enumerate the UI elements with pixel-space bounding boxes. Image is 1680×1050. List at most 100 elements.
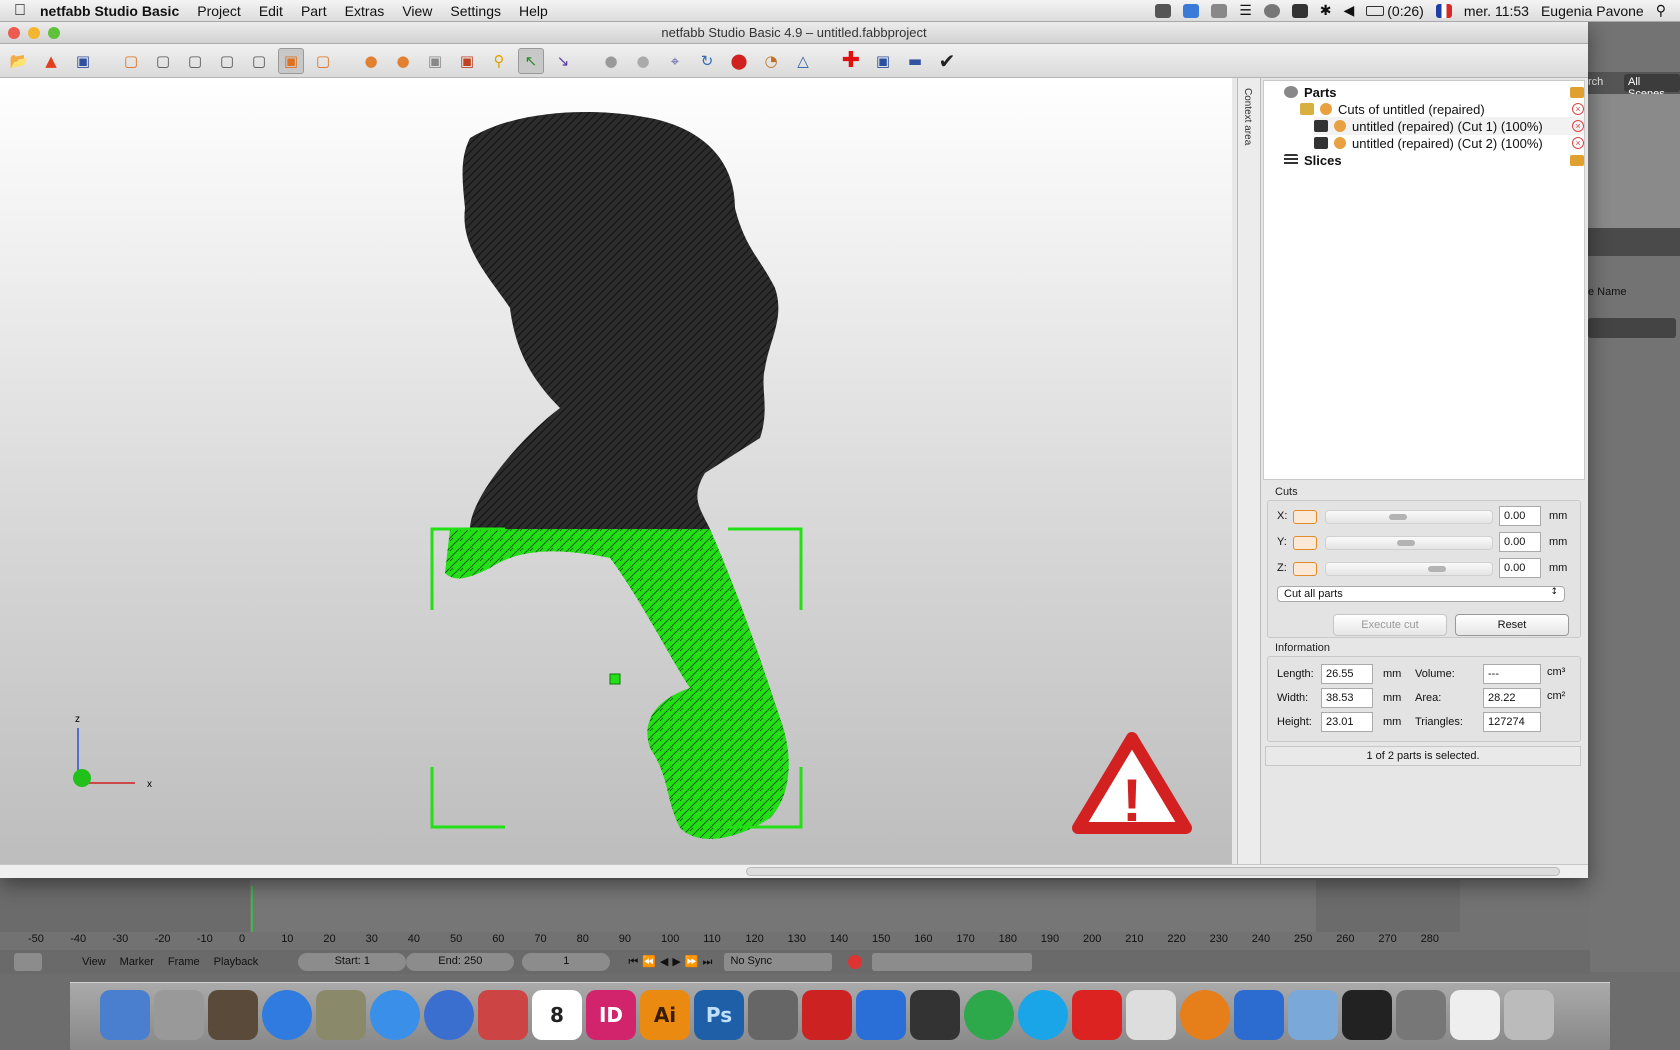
system-preferences-icon[interactable] <box>478 990 528 1040</box>
indesign-icon[interactable]: ID <box>586 990 636 1040</box>
view-top-icon[interactable]: ▢ <box>246 48 272 74</box>
tree-item[interactable]: untitled (repaired) (Cut 1) (100%) × <box>1314 117 1584 135</box>
app-store-icon[interactable] <box>262 990 312 1040</box>
zoom-all-icon[interactable]: ● <box>390 48 416 74</box>
cut-x-input[interactable]: 0.00 <box>1499 506 1541 526</box>
properties-tabs[interactable] <box>1588 228 1680 256</box>
end-frame-field[interactable]: End: 250 <box>406 953 515 971</box>
view-bottom-icon[interactable]: ▢ <box>310 48 336 74</box>
cut-x-knob[interactable] <box>1389 514 1407 520</box>
folder-open-icon[interactable] <box>1570 86 1584 98</box>
close-icon[interactable]: × <box>1572 103 1584 115</box>
clock[interactable]: mer. 11:53 <box>1464 3 1529 19</box>
select-pointer-icon[interactable]: ↖ <box>518 47 544 74</box>
analysis-icon[interactable]: ▣ <box>870 48 896 74</box>
time-machine-icon[interactable] <box>1263 3 1280 18</box>
move-pointer-icon[interactable]: ↘ <box>550 48 576 74</box>
volume-icon[interactable]: ◀ <box>1343 3 1354 19</box>
all-scenes-dropdown[interactable]: All Scenes <box>1624 74 1680 100</box>
photos-stack-icon[interactable] <box>1396 990 1446 1040</box>
finder-icon[interactable] <box>100 990 150 1040</box>
cut-z-input[interactable]: 0.00 <box>1499 558 1541 578</box>
apple-icon[interactable]:  <box>0 2 40 20</box>
mission-control-icon[interactable] <box>208 990 258 1040</box>
project-info-icon[interactable]: ▣ <box>70 48 96 74</box>
scrollbar-thumb[interactable] <box>746 867 1560 876</box>
acrobat-icon[interactable] <box>802 990 852 1040</box>
keying-set-field[interactable] <box>872 953 1033 971</box>
safari-icon[interactable] <box>424 990 474 1040</box>
cut-x-toggle[interactable] <box>1293 510 1317 524</box>
menu-help[interactable]: Help <box>519 3 548 19</box>
cut-x-slider[interactable] <box>1325 510 1493 524</box>
final-cut-icon[interactable] <box>910 990 960 1040</box>
name-select[interactable] <box>1588 318 1676 338</box>
preview-icon[interactable] <box>316 990 366 1040</box>
zoom-window-button[interactable] <box>48 27 60 39</box>
warning-icon[interactable]: ! <box>1072 732 1192 834</box>
visibility-icon[interactable] <box>1334 120 1346 132</box>
visibility-icon[interactable] <box>1320 103 1332 115</box>
tree-group-node[interactable]: Cuts of untitled (repaired) × <box>1300 100 1584 118</box>
calendar-icon[interactable]: 8 <box>532 990 582 1040</box>
section-icon[interactable]: ◔ <box>758 48 784 74</box>
reset-button[interactable]: Reset <box>1455 614 1569 636</box>
itunes-icon[interactable] <box>370 990 420 1040</box>
applications-folder-icon[interactable] <box>1288 990 1338 1040</box>
close-icon[interactable]: × <box>1572 137 1584 149</box>
open-project-icon[interactable]: 📂 <box>6 48 32 74</box>
tree-parts-node[interactable]: Parts <box>1284 83 1584 101</box>
menu-extras[interactable]: Extras <box>345 3 385 19</box>
cut-y-input[interactable]: 0.00 <box>1499 532 1541 552</box>
playback-menu[interactable]: Playback <box>214 956 259 968</box>
display-icon[interactable] <box>1291 3 1308 18</box>
selection-center-handle[interactable] <box>609 673 621 685</box>
repair-icon[interactable]: ✚ <box>838 48 864 74</box>
view-back-icon[interactable]: ▢ <box>150 48 176 74</box>
color-parts-icon[interactable]: ⬤ <box>726 48 752 74</box>
sync-dropdown[interactable]: No Sync <box>724 953 833 971</box>
view-iso-icon[interactable]: ▣ <box>278 47 304 74</box>
tree-item[interactable]: untitled (repaired) (Cut 2) (100%) × <box>1314 134 1584 152</box>
current-frame-field[interactable]: 1 <box>522 953 611 971</box>
menu-edit[interactable]: Edit <box>259 3 283 19</box>
blender-icon[interactable] <box>1180 990 1230 1040</box>
zoom-platform-icon[interactable]: ▣ <box>422 48 448 74</box>
wifi-icon[interactable]: ☰ <box>1239 3 1252 19</box>
camera-icon[interactable] <box>748 990 798 1040</box>
documents-stack-icon[interactable] <box>1450 990 1500 1040</box>
upper-part-mesh[interactable] <box>462 112 779 530</box>
record-icon[interactable] <box>848 955 863 969</box>
flag-icon[interactable] <box>1435 3 1452 18</box>
editor-type-icon[interactable] <box>14 953 42 971</box>
trash-icon[interactable] <box>1504 990 1554 1040</box>
view-front-icon[interactable]: ▢ <box>118 48 144 74</box>
cut-mode-dropdown[interactable]: Cut all parts ↕ <box>1277 586 1565 602</box>
measure-icon[interactable]: ⌖ <box>662 48 688 74</box>
frame-menu[interactable]: Frame <box>168 956 200 968</box>
illustrator-icon[interactable]: Ai <box>640 990 690 1040</box>
menu-view[interactable]: View <box>402 3 432 19</box>
cut-y-knob[interactable] <box>1396 540 1415 546</box>
view-menu[interactable]: View <box>82 956 106 968</box>
spotlight-icon[interactable]: ⚲ <box>1656 3 1666 19</box>
menu-part[interactable]: Part <box>301 3 327 19</box>
dropbox-icon[interactable] <box>1183 3 1200 18</box>
viewport-scene[interactable]: z x ! <box>0 78 1232 864</box>
link-icon[interactable] <box>1211 3 1228 18</box>
folder-open-icon[interactable] <box>1570 154 1584 166</box>
horizontal-scrollbar[interactable] <box>0 864 1588 878</box>
bluetooth-icon[interactable]: ✱ <box>1320 3 1332 19</box>
zoom-selection-icon[interactable]: ● <box>358 48 384 74</box>
user-name[interactable]: Eugenia Pavone <box>1541 3 1644 19</box>
cut-y-toggle[interactable] <box>1293 536 1317 550</box>
execute-cut-button[interactable]: Execute cut <box>1333 614 1447 636</box>
menu-settings[interactable]: Settings <box>450 3 501 19</box>
zoom-window-icon[interactable]: ▣ <box>454 48 480 74</box>
apply-checkmark-icon[interactable]: ✔ <box>934 48 960 74</box>
menu-project[interactable]: Project <box>197 3 241 19</box>
view-right-icon[interactable]: ▢ <box>214 48 240 74</box>
playback-controls[interactable]: ⏮⏪◀▶⏩⏭ <box>628 955 716 969</box>
utorrent-icon[interactable] <box>964 990 1014 1040</box>
start-frame-field[interactable]: Start: 1 <box>298 953 407 971</box>
